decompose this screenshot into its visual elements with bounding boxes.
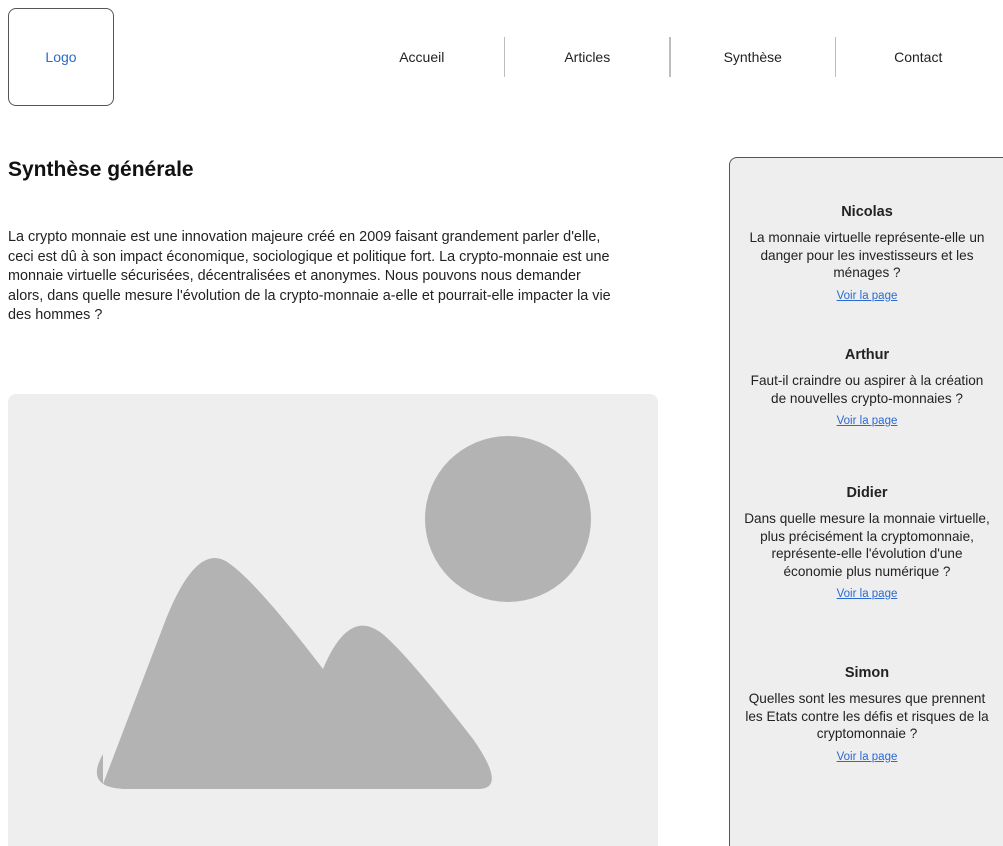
image-placeholder-icon bbox=[96, 436, 591, 789]
image-placeholder bbox=[8, 394, 658, 846]
page: Logo Accueil Articles Synthèse Contact S… bbox=[0, 0, 1003, 846]
page-title: Synthèse générale bbox=[8, 158, 194, 181]
main-nav: Accueil Articles Synthèse Contact bbox=[340, 36, 1000, 78]
logo[interactable]: Logo bbox=[8, 8, 114, 106]
sidebar: Nicolas La monnaie virtuelle représente-… bbox=[729, 157, 1003, 846]
card-author: Nicolas bbox=[841, 204, 893, 220]
intro-paragraph: La crypto monnaie est une innovation maj… bbox=[8, 229, 611, 323]
voir-la-page-link[interactable]: Voir la page bbox=[837, 751, 898, 763]
logo-label: Logo bbox=[45, 49, 77, 65]
sidebar-card-nicolas: Nicolas La monnaie virtuelle représente-… bbox=[742, 203, 992, 304]
nav-item-articles[interactable]: Articles bbox=[505, 49, 669, 65]
voir-la-page-link[interactable]: Voir la page bbox=[837, 588, 898, 600]
card-question: La monnaie virtuelle représente-elle un … bbox=[749, 230, 985, 280]
nav-item-synthese[interactable]: Synthèse bbox=[671, 49, 835, 65]
sidebar-card-arthur: Arthur Faut-il craindre ou aspirer à la … bbox=[742, 346, 992, 429]
sidebar-card-simon: Simon Quelles sont les mesures que prenn… bbox=[742, 664, 992, 765]
nav-item-accueil[interactable]: Accueil bbox=[340, 49, 504, 65]
nav-item-contact[interactable]: Contact bbox=[836, 49, 1000, 65]
card-question: Quelles sont les mesures que prennent le… bbox=[745, 691, 989, 741]
card-question: Dans quelle mesure la monnaie virtuelle,… bbox=[744, 511, 990, 579]
sidebar-card-didier: Didier Dans quelle mesure la monnaie vir… bbox=[742, 484, 992, 602]
voir-la-page-link[interactable]: Voir la page bbox=[837, 415, 898, 427]
card-author: Simon bbox=[844, 665, 890, 681]
voir-la-page-link[interactable]: Voir la page bbox=[837, 290, 898, 302]
card-author: Arthur bbox=[844, 347, 890, 363]
card-question: Faut-il craindre ou aspirer à la créatio… bbox=[750, 373, 984, 406]
card-author: Didier bbox=[846, 485, 888, 501]
